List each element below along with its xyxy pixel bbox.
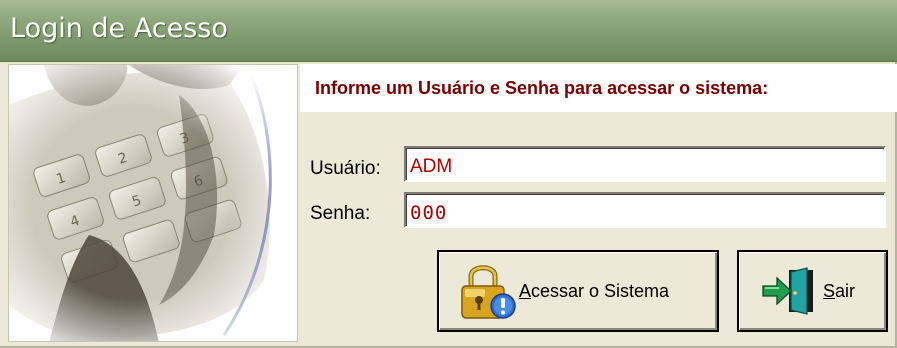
keypad-photo-icon: 1 2 3 4 5 6 <box>9 65 297 341</box>
exit-door-icon <box>762 267 813 315</box>
access-system-button[interactable]: Acessar o Sistema <box>437 250 719 332</box>
keypad-image: 1 2 3 4 5 6 <box>8 64 298 342</box>
access-mnemonic: A <box>519 280 532 301</box>
username-input[interactable] <box>404 146 886 182</box>
exit-label-rest: air <box>835 280 856 301</box>
password-label: Senha: <box>310 203 371 224</box>
exit-label: Sair <box>823 281 855 302</box>
password-input[interactable] <box>404 192 886 228</box>
header-strip: Informe um Usuário e Senha para acessar … <box>300 64 897 112</box>
title-bar[interactable]: Login de Acesso <box>0 0 897 62</box>
username-label: Usuário: <box>310 158 381 179</box>
exit-mnemonic: S <box>823 280 836 301</box>
window-title: Login de Acesso <box>10 13 228 44</box>
login-window: Login de Acesso Informe um Usuário e Sen… <box>0 0 897 348</box>
instruction-text: Informe um Usuário e Senha para acessar … <box>315 78 769 98</box>
exit-button[interactable]: Sair <box>737 250 888 332</box>
padlock-info-icon <box>461 265 516 319</box>
access-label-rest: cessar o Sistema <box>531 280 670 301</box>
access-system-label: Acessar o Sistema <box>519 281 669 302</box>
